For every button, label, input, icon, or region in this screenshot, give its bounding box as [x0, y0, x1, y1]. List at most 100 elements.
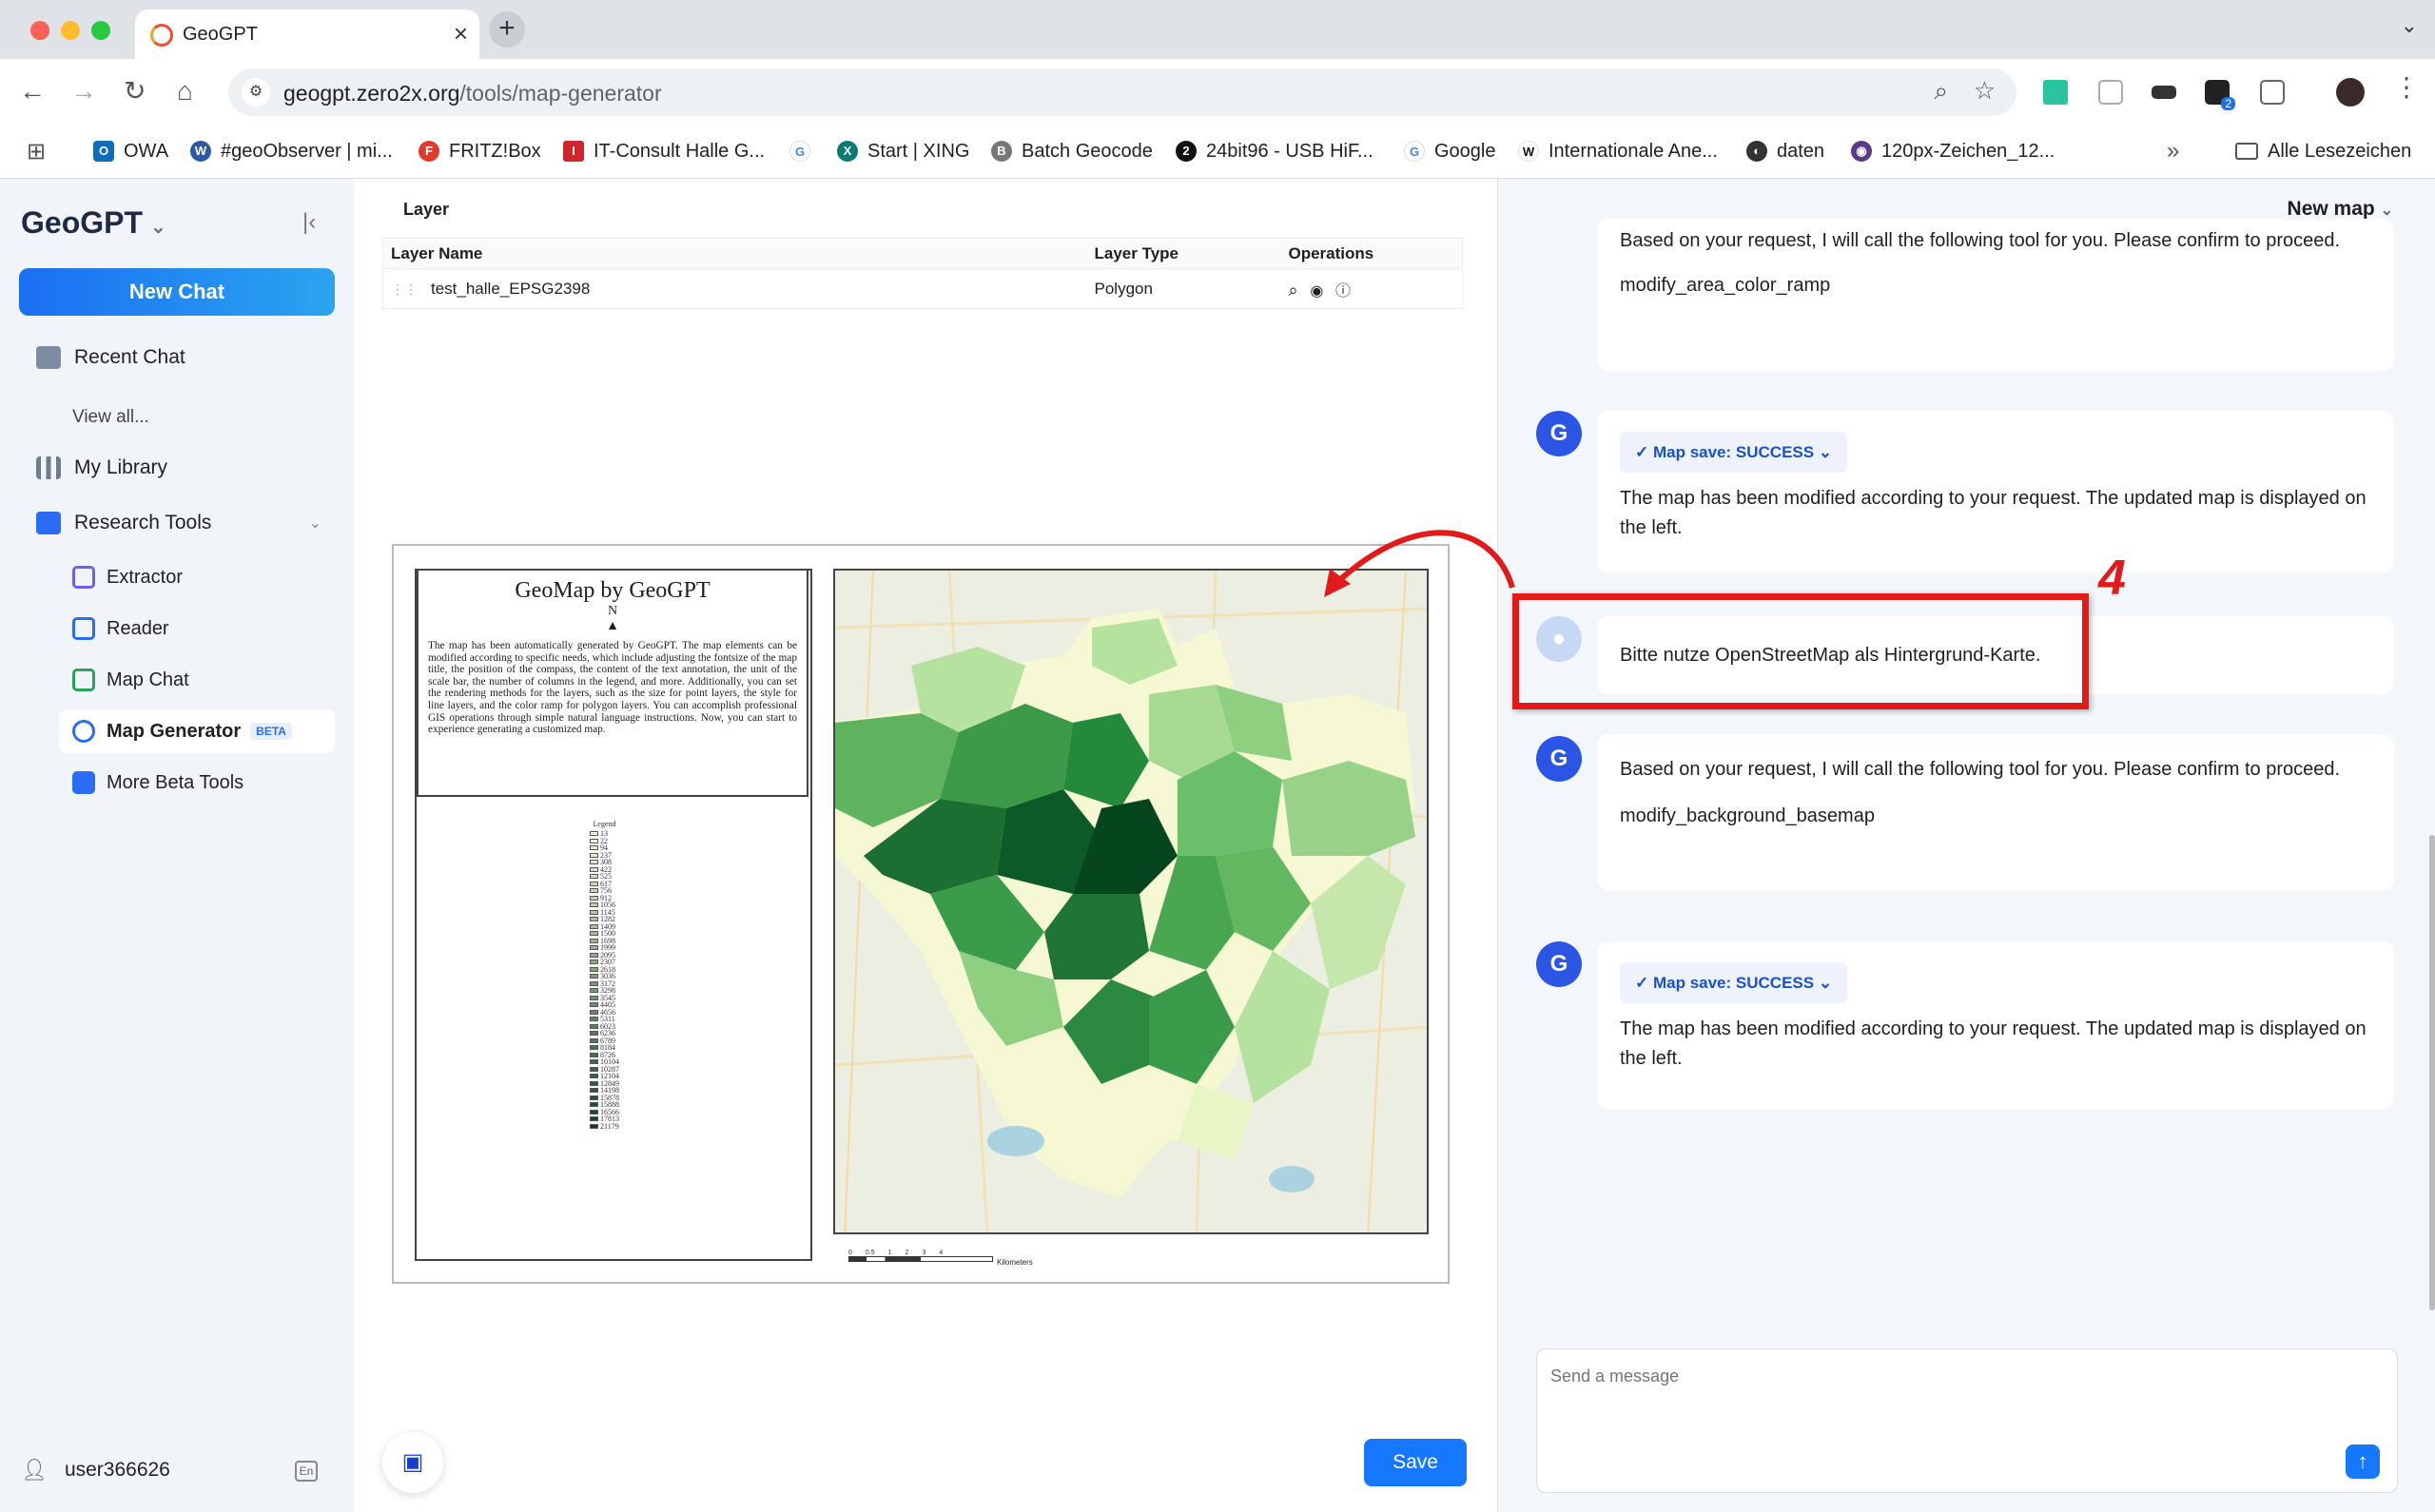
more-bookmarks-chevron-icon[interactable]: » [2167, 136, 2179, 166]
legend-swatch [590, 952, 598, 958]
choropleth-map [833, 569, 1429, 1234]
legend-swatch [590, 1116, 598, 1122]
drag-handle-icon[interactable]: ⋮⋮ [391, 281, 418, 297]
browser-tab[interactable]: GeoGPT × [135, 10, 479, 59]
all-bookmarks-folder[interactable]: Alle Lesezeichen [2235, 136, 2411, 166]
tab-search-chevron-icon[interactable]: ⌄ [2401, 13, 2418, 38]
north-arrow-icon: N ▲ [606, 604, 619, 633]
library-book-button[interactable]: ▣ [382, 1432, 443, 1493]
bookmark-item[interactable]: I IT-Consult Halle G... [563, 136, 765, 166]
new-map-dropdown[interactable]: New map ⌄ [2288, 198, 2393, 221]
home-icon[interactable]: ⌂ [177, 76, 193, 107]
legend-swatch [590, 931, 598, 937]
column-header: Layer Name [382, 238, 1087, 269]
bookmark-item[interactable]: ◉ 120px-Zeichen_12... [1851, 136, 2055, 166]
annotation-arrow [1324, 530, 1515, 597]
zoom-to-layer-icon[interactable]: ⌕ [1289, 281, 1298, 300]
legend-swatch [590, 1102, 598, 1108]
bookmark-item[interactable]: B Batch Geocode [991, 136, 1153, 166]
bookmark-item[interactable]: G Google [1404, 136, 1496, 166]
extensions-puzzle-icon[interactable] [2260, 80, 2285, 105]
extractor-icon [72, 566, 95, 589]
column-header: Layer Type [1086, 238, 1281, 269]
info-icon[interactable]: ⓘ [1335, 283, 1351, 300]
message-text: Based on your request, I will call the f… [1620, 230, 2341, 251]
message-input[interactable] [1550, 1367, 2368, 1462]
bookmark-item[interactable]: ◐ daten [1746, 136, 1824, 166]
bot-avatar: G [1536, 941, 1582, 987]
my-library-item[interactable]: My Library [36, 456, 167, 479]
message-input-box[interactable]: ↑ [1536, 1348, 2398, 1493]
recent-chat-item[interactable]: Recent Chat [36, 346, 185, 369]
maximize-window-button[interactable] [91, 21, 110, 40]
language-toggle[interactable]: En [295, 1461, 318, 1482]
bookmark-item[interactable]: W #geoObserver | mi... [190, 136, 393, 166]
sidebar-item-extractor[interactable]: Extractor [59, 555, 335, 599]
save-button[interactable]: Save [1364, 1439, 1467, 1486]
scale-unit: Kilometers [997, 1258, 1033, 1267]
extension-green-icon[interactable] [2043, 80, 2068, 105]
zoom-search-icon[interactable]: ⌕ [1934, 76, 1948, 107]
sidebar-item-map-generator[interactable]: Map Generator BETA [59, 709, 335, 753]
legend-list: 13 22 94 237 308 422 525 617 756 912 1056 1145 1282 1… [590, 830, 619, 1130]
bookmark-item[interactable]: O OWA [93, 136, 168, 166]
legend-swatch [590, 860, 598, 865]
browser-toolbar: ← → ↻ ⌂ ⚙ geogpt.zero2x.org/tools/map-ge… [0, 59, 2435, 126]
bot-avatar: G [1536, 736, 1582, 782]
bookmark-item[interactable]: 2 24bit96 - USB HiF... [1176, 136, 1373, 166]
sidebar-item-more-beta-tools[interactable]: More Beta Tools [59, 761, 335, 804]
legend-swatch [590, 974, 598, 979]
research-tools-item[interactable]: Research Tools ⌄ [36, 512, 321, 534]
view-all-link[interactable]: View all... [72, 407, 149, 428]
chat-scrollbar[interactable] [2429, 835, 2435, 1310]
visibility-eye-icon[interactable]: ◉ [1310, 283, 1323, 300]
browser-menu-icon[interactable]: ⋮ [2393, 72, 2420, 103]
legend-swatch [590, 1009, 598, 1015]
new-chat-button[interactable]: New Chat [19, 268, 335, 316]
apps-grid-icon[interactable]: ⊞ [27, 136, 46, 166]
bookmark-item[interactable]: X Start | XING [837, 136, 969, 166]
new-tab-button[interactable]: + [489, 11, 525, 48]
table-row: ⋮⋮ test_halle_EPSG2398 Polygon ⌕ ◉ ⓘ [383, 269, 1463, 309]
google-bookmark-icon[interactable]: G [789, 136, 820, 166]
reload-icon[interactable]: ↻ [124, 76, 146, 107]
legend-swatch [590, 1080, 598, 1086]
bot-message: ✓ Map save: SUCCESS ⌄ The map has been m… [1597, 941, 2394, 1109]
legend-swatch [590, 1059, 598, 1065]
site-settings-icon[interactable]: ⚙ [242, 78, 270, 107]
extension-doc-icon[interactable] [2098, 80, 2123, 105]
close-window-button[interactable] [30, 21, 49, 40]
legend-swatch [590, 1017, 598, 1022]
extension-mask-icon[interactable] [2152, 86, 2176, 99]
send-button[interactable]: ↑ [2346, 1444, 2380, 1479]
bookmark-item[interactable]: W Internationale Ane... [1518, 136, 1718, 166]
close-tab-icon[interactable]: × [454, 19, 468, 48]
bookmarks-bar: ⊞ O OWA W #geoObserver | mi... F FRITZ!Box … [0, 126, 2435, 179]
map-save-status-badge[interactable]: ✓ Map save: SUCCESS ⌄ [1620, 432, 1848, 473]
sidebar-item-map-chat[interactable]: Map Chat [59, 658, 335, 702]
legend-swatch [590, 888, 598, 894]
bookmark-star-icon[interactable]: ☆ [1974, 76, 1996, 106]
legend-swatch [590, 960, 598, 965]
address-bar[interactable]: ⚙ geogpt.zero2x.org/tools/map-generator … [228, 68, 2016, 116]
bot-message: ✓ Map save: SUCCESS ⌄ The map has been m… [1597, 411, 2394, 572]
minimize-window-button[interactable] [61, 21, 80, 40]
legend-swatch [590, 1023, 598, 1029]
extension-badge-icon[interactable]: 2 [2205, 80, 2235, 110]
forward-arrow-icon[interactable]: → [70, 76, 97, 107]
profile-avatar[interactable] [2336, 78, 2365, 107]
bookmark-item[interactable]: F FRITZ!Box [419, 136, 541, 166]
map-preview[interactable]: GeoMap by GeoGPT N ▲ The map has been aut… [392, 544, 1450, 1284]
map-save-status-badge[interactable]: ✓ Map save: SUCCESS ⌄ [1620, 962, 1848, 1003]
user-icon: 👤︎ [21, 1458, 48, 1482]
back-arrow-icon[interactable]: ← [19, 76, 46, 107]
user-profile[interactable]: 👤︎ user366626 [21, 1458, 170, 1483]
app-logo[interactable]: GeoGPT ⌄ [21, 205, 166, 241]
legend-swatch [590, 874, 598, 880]
app-sidebar: GeoGPT ⌄ |‹ New Chat Recent Chat View all… [0, 179, 354, 1512]
sidebar-item-reader[interactable]: Reader [59, 607, 335, 650]
collapse-sidebar-icon[interactable]: |‹ [302, 209, 316, 236]
legend-swatch [590, 1052, 598, 1057]
annotation-highlight-box [1512, 593, 2089, 709]
legend-swatch [590, 881, 598, 886]
